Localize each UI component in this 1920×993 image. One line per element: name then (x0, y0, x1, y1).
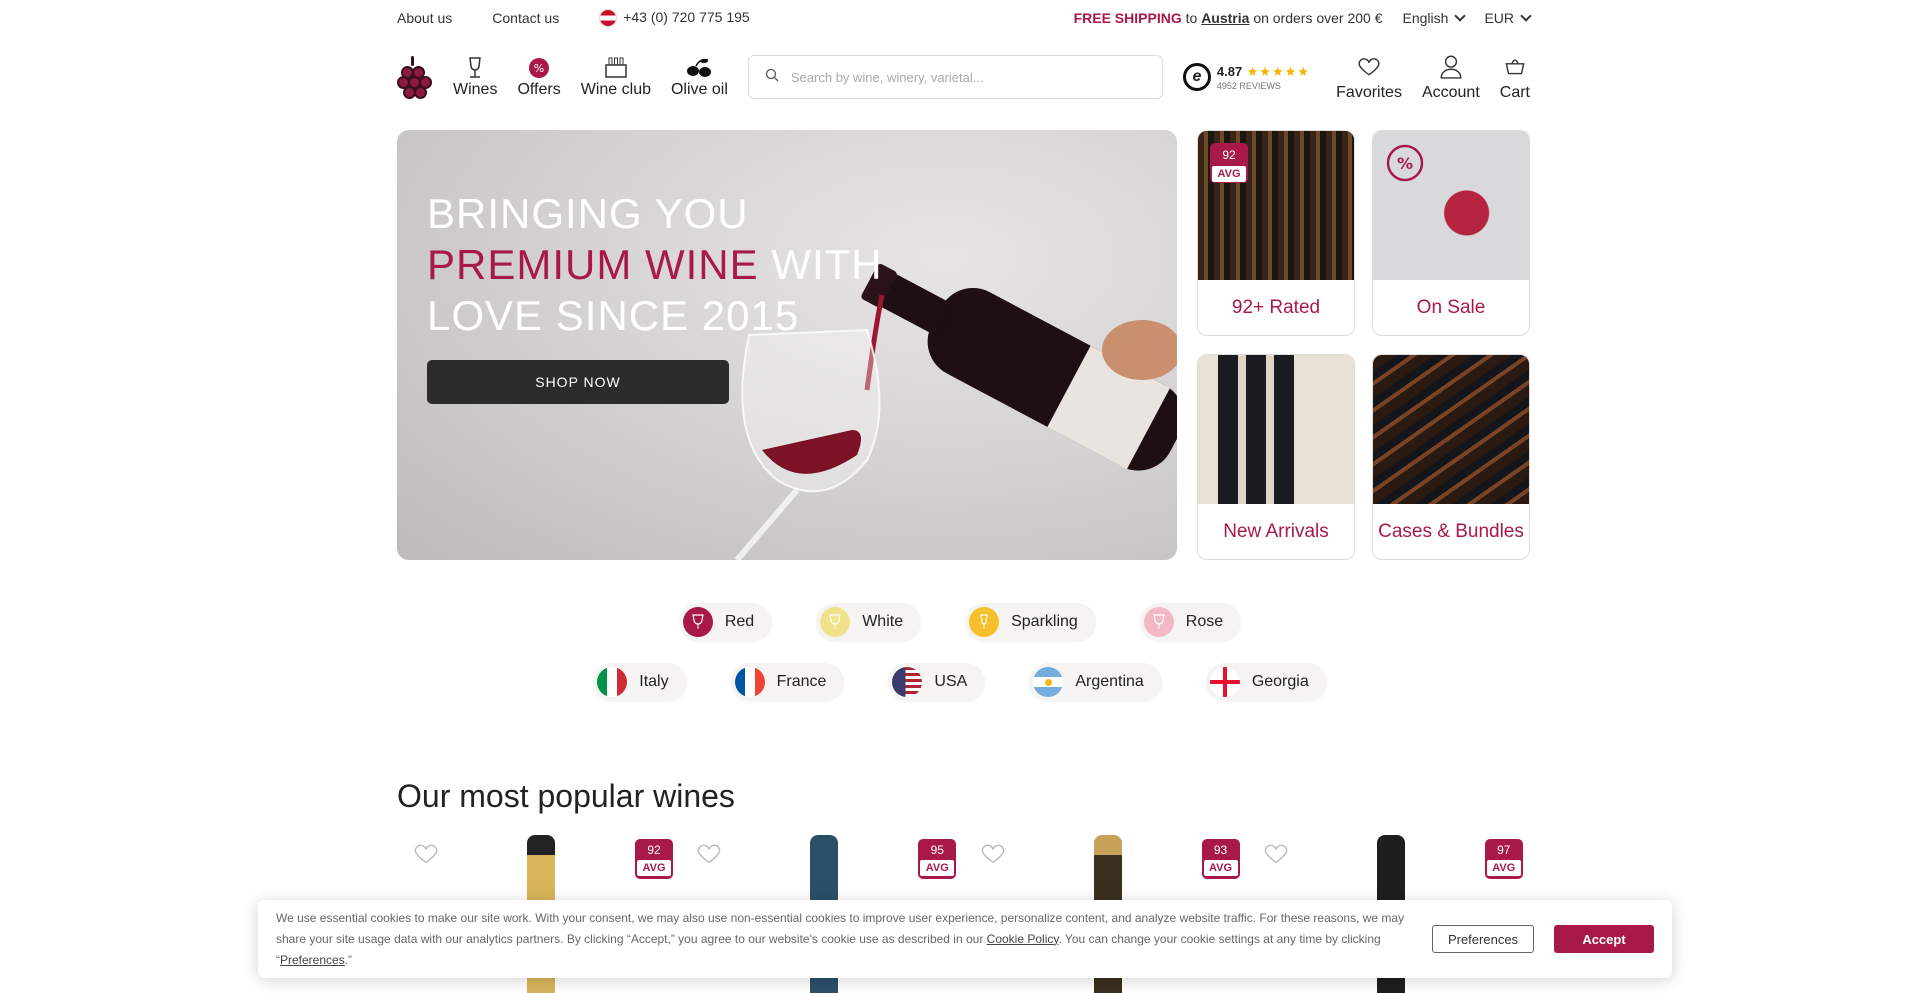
glass-pour-image: % (1373, 131, 1529, 280)
cookie-text: We use essential cookies to make our sit… (276, 910, 1405, 967)
rating-stars: ★★★★★ (1246, 64, 1310, 79)
chip-usa[interactable]: USA (888, 663, 986, 701)
chevron-down-icon (1520, 10, 1532, 22)
category-tiles: 92 AVG 92+ Rated % On Sale New Arrivals C… (1197, 130, 1530, 560)
account-button[interactable]: Account (1422, 53, 1480, 102)
shipping-notice: FREE SHIPPING to Austria on orders over … (1073, 10, 1383, 26)
basket-icon (1502, 53, 1528, 84)
main-nav: Wines % Offers Wine club Olive oil (453, 55, 728, 99)
reviews-rating[interactable]: e 4.87 ★★★★★ 4952 REVIEWS (1182, 63, 1310, 91)
preferences-button[interactable]: Preferences (1432, 925, 1534, 953)
bottles-image (1198, 355, 1354, 504)
shop-now-button[interactable]: SHOP NOW (427, 360, 729, 404)
main-header: Wines % Offers Wine club Olive oil e 4.8… (397, 44, 1530, 110)
rating-badge: 92 AVG (635, 839, 673, 879)
chevron-down-icon (1454, 10, 1467, 22)
rating-badge: 97 AVG (1484, 839, 1523, 879)
review-count: 4952 REVIEWS (1216, 81, 1281, 91)
wine-shelf-image: 92 AVG (1198, 131, 1354, 280)
chip-rose[interactable]: Rose (1139, 603, 1242, 641)
nav-olive-oil[interactable]: Olive oil (671, 55, 728, 99)
rating-badge: 92 AVG (1210, 143, 1248, 183)
red-wine-glass-icon (682, 607, 713, 637)
about-link[interactable]: About us (397, 10, 452, 26)
chip-italy[interactable]: Italy (593, 663, 687, 701)
cellar-image (1373, 355, 1529, 504)
search-icon (765, 68, 779, 87)
chip-red[interactable]: Red (678, 603, 773, 641)
france-flag-icon (734, 667, 765, 697)
wine-glass-icon (464, 55, 486, 81)
olives-icon (684, 55, 714, 81)
wine-type-filters: Red White Sparkling Rose (0, 603, 1920, 641)
cookie-policy-link[interactable]: Cookie Policy (987, 932, 1059, 946)
contact-link[interactable]: Contact us (492, 10, 559, 26)
heart-icon (1356, 53, 1382, 84)
favorites-button[interactable]: Favorites (1336, 53, 1402, 102)
cookie-banner: We use essential cookies to make our sit… (258, 900, 1672, 978)
rose-wine-glass-icon (1143, 607, 1174, 637)
tile-new-arrivals[interactable]: New Arrivals (1197, 354, 1355, 560)
argentina-flag-icon (1033, 667, 1064, 697)
chip-sparkling[interactable]: Sparkling (965, 603, 1096, 641)
top-bar: About us Contact us +43 (0) 720 775 195 … (397, 0, 1532, 36)
user-icon (1438, 53, 1464, 84)
header-actions: Favorites Account Cart (1336, 53, 1530, 102)
currency-select[interactable]: EUR (1484, 10, 1532, 26)
grape-logo[interactable] (397, 54, 433, 100)
rating-score: 4.87 (1216, 64, 1243, 79)
wine-crate-icon (603, 55, 629, 81)
nav-wine-club[interactable]: Wine club (581, 55, 651, 99)
country-filters: Italy France USA Argentina Georgia (0, 663, 1920, 701)
rating-badge: 93 AVG (1201, 839, 1240, 879)
usa-flag-icon (892, 667, 923, 697)
preferences-link[interactable]: Preferences (280, 953, 345, 967)
tile-on-sale[interactable]: % On Sale (1372, 130, 1530, 336)
heart-icon[interactable] (1261, 839, 1291, 872)
rating-badge: 95 AVG (918, 839, 957, 879)
popular-wines-title: Our most popular wines (397, 778, 735, 814)
georgia-flag-icon (1209, 667, 1240, 697)
chip-georgia[interactable]: Georgia (1205, 663, 1327, 701)
tile-92-rated[interactable]: 92 AVG 92+ Rated (1197, 130, 1355, 336)
hero-banner: BRINGING YOU PREMIUM WINE WITH LOVE SINC… (397, 130, 1177, 560)
ekomi-logo-icon: e (1182, 63, 1211, 91)
search-box[interactable] (747, 55, 1163, 99)
sparkling-glass-icon (969, 607, 1000, 637)
search-input[interactable] (790, 69, 1146, 85)
phone[interactable]: +43 (0) 720 775 195 (599, 9, 750, 28)
svg-text:%: % (534, 62, 544, 75)
svg-text:%: % (1397, 154, 1413, 173)
tile-cases-bundles[interactable]: Cases & Bundles (1372, 354, 1530, 560)
nav-offers[interactable]: % Offers (517, 55, 561, 99)
heart-icon[interactable] (978, 839, 1008, 872)
language-select[interactable]: English (1403, 10, 1467, 26)
accept-button[interactable]: Accept (1554, 925, 1654, 953)
percent-circle-icon: % (1386, 144, 1424, 182)
chip-argentina[interactable]: Argentina (1029, 663, 1162, 701)
heart-icon[interactable] (411, 839, 441, 872)
nav-wines[interactable]: Wines (453, 55, 497, 99)
chip-white[interactable]: White (816, 603, 922, 641)
cart-button[interactable]: Cart (1500, 53, 1530, 102)
chip-france[interactable]: France (730, 663, 845, 701)
hero-section: BRINGING YOU PREMIUM WINE WITH LOVE SINC… (397, 130, 1530, 560)
hero-headline: BRINGING YOU PREMIUM WINE WITH LOVE SINC… (427, 190, 883, 339)
heart-icon[interactable] (694, 839, 724, 872)
austria-flag-icon (599, 9, 618, 28)
percent-badge-icon: % (527, 55, 551, 81)
white-wine-glass-icon (820, 607, 851, 637)
italy-flag-icon (597, 667, 628, 697)
